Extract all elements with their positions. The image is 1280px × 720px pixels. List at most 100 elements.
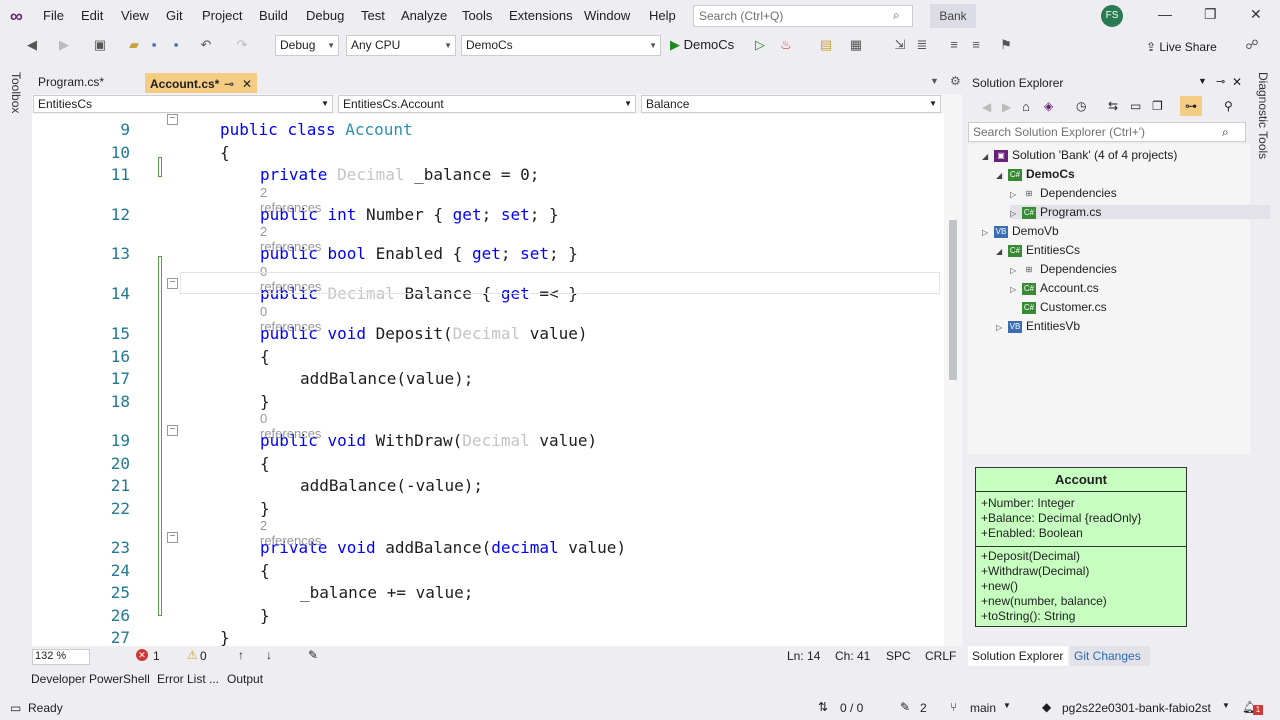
save-icon[interactable]: ▪ [146, 37, 162, 53]
codelens-references[interactable]: 2 references [260, 518, 321, 548]
tree-node[interactable]: ◢ C# DemoCs [996, 167, 1075, 181]
history-icon[interactable]: ◷ [1076, 99, 1086, 113]
code-line[interactable]: _balance += value; [300, 583, 473, 602]
code-line[interactable]: } [260, 606, 270, 625]
feedback-icon[interactable]: ☍ [1244, 37, 1260, 53]
menu-edit[interactable]: Edit [81, 8, 103, 23]
project-nav-select[interactable]: EntitiesCs ▼ [33, 95, 333, 113]
live-share-button[interactable]: ⇪ Live Share [1146, 40, 1217, 54]
new-project-icon[interactable]: ▣ [92, 37, 108, 53]
tree-node[interactable]: ▷ VB DemoVb [982, 224, 1059, 238]
solution-search-input[interactable]: Search Solution Explorer (Ctrl+') [968, 122, 1246, 142]
menu-view[interactable]: View [121, 8, 149, 23]
search-input[interactable]: Search (Ctrl+Q) [693, 5, 913, 27]
tree-node[interactable]: ◢ C# EntitiesCs [996, 243, 1080, 257]
brush-icon[interactable]: ✎ [308, 648, 318, 662]
code-line[interactable]: } [260, 392, 270, 411]
code-line[interactable]: } [220, 628, 230, 647]
code-line[interactable]: addBalance(-value); [300, 476, 483, 495]
platform-select[interactable]: Any CPU ▼ [346, 35, 456, 56]
pending-edits[interactable]: 2 [920, 701, 927, 715]
expand-icon[interactable]: ◢ [996, 171, 1008, 180]
repo-name[interactable]: pg2s22e0301-bank-fabio2st [1062, 701, 1211, 715]
tree-node[interactable]: C# Customer.cs [1010, 300, 1107, 314]
fold-toggle-icon[interactable]: − [167, 278, 178, 289]
uncomment-icon[interactable]: ≡ [968, 37, 984, 53]
tree-node[interactable]: ▷ C# Account.cs [1010, 281, 1099, 295]
chevron-down-icon[interactable]: ▼ [1003, 701, 1011, 710]
menu-help[interactable]: Help [649, 8, 676, 23]
menu-project[interactable]: Project [202, 8, 242, 23]
chevron-down-icon[interactable]: ▼ [1222, 701, 1230, 710]
menu-debug[interactable]: Debug [306, 8, 344, 23]
properties-icon[interactable]: ⚲ [1224, 99, 1233, 113]
zoom-select[interactable]: 132 % [32, 649, 90, 665]
menu-test[interactable]: Test [361, 8, 385, 23]
tab-dropdown-icon[interactable]: ▼ [930, 76, 939, 86]
code-line[interactable]: } [260, 499, 270, 518]
pin-icon[interactable]: ⊸ [1216, 75, 1225, 88]
back-icon[interactable]: ◀ [982, 100, 991, 114]
comment-icon[interactable]: ≡ [946, 37, 962, 53]
code-line[interactable]: { [260, 454, 270, 473]
tab-developer-powershell[interactable]: Developer PowerShell [31, 672, 150, 686]
scroll-thumb[interactable] [949, 220, 957, 380]
sync-icon[interactable]: ⇆ [1108, 99, 1118, 113]
code-line[interactable]: { [220, 143, 230, 162]
expand-icon[interactable]: ▷ [982, 228, 994, 237]
copy-icon[interactable]: ❐ [1152, 99, 1163, 113]
code-line[interactable]: { [260, 347, 270, 366]
expand-icon[interactable]: ▷ [996, 323, 1008, 332]
collapse-icon[interactable]: ▭ [1130, 99, 1141, 113]
settings-icon[interactable]: ⚙ [950, 74, 961, 88]
member-nav-select[interactable]: Balance ▼ [641, 95, 941, 113]
tab-account-cs[interactable]: Account.cs* ⊸ ✕ [145, 73, 257, 93]
pin-icon[interactable]: ⊸ [224, 75, 234, 94]
startup-project-select[interactable]: DemoCs ▼ [461, 35, 661, 56]
expand-icon[interactable]: ◢ [996, 247, 1008, 256]
close-icon[interactable]: ✕ [1232, 75, 1242, 89]
tree-node[interactable]: ▷ VB EntitiesVb [996, 319, 1080, 333]
code-line[interactable]: public class Account [220, 120, 413, 139]
hot-reload-icon[interactable]: ♨ [778, 37, 794, 53]
expand-icon[interactable]: ▷ [1010, 209, 1022, 218]
code-editor[interactable] [32, 114, 944, 646]
close-icon[interactable]: ✕ [1250, 6, 1262, 23]
diagnostic-tools-tab[interactable]: Diagnostic Tools [1256, 72, 1270, 159]
tab-error-list[interactable]: Error List ... [157, 672, 219, 686]
open-folder-icon[interactable]: ▰ [126, 37, 142, 53]
redo-icon[interactable]: ↷ [234, 37, 250, 53]
toolbox-tab[interactable]: Toolbox [9, 72, 23, 113]
start-debug-button[interactable]: ▶ DemoCs [670, 37, 734, 53]
forward-icon[interactable]: ▶ [56, 37, 72, 53]
fold-toggle-icon[interactable]: − [167, 114, 178, 125]
expand-icon[interactable]: ◢ [982, 152, 994, 161]
home-icon[interactable]: ⌂ [1022, 99, 1030, 114]
codelens-references[interactable]: 2 references [260, 185, 321, 215]
error-count[interactable]: 1 [153, 649, 160, 663]
editor-scrollbar[interactable] [944, 114, 962, 646]
tab-solution-explorer[interactable]: Solution Explorer [968, 646, 1068, 666]
config-select[interactable]: Debug ▼ [275, 35, 339, 56]
sync-count[interactable]: 0 / 0 [840, 701, 863, 715]
menu-extensions[interactable]: Extensions [509, 8, 573, 23]
bookmark-icon[interactable]: ⚑ [998, 37, 1014, 53]
tab-program-cs[interactable]: Program.cs* [33, 73, 143, 93]
expand-icon[interactable]: ▷ [1010, 285, 1022, 294]
forward-icon[interactable]: ▶ [1002, 100, 1011, 114]
expand-icon[interactable]: ▷ [1010, 190, 1022, 199]
tree-node[interactable]: ▷ C# Program.cs [1010, 205, 1270, 219]
expand-icon[interactable]: ▷ [1010, 266, 1022, 275]
save-all-icon[interactable]: ▪ [168, 37, 184, 53]
menu-git[interactable]: Git [166, 8, 183, 23]
tree-node[interactable]: ▷ ⊞ Dependencies [1010, 262, 1117, 276]
code-line[interactable]: { [260, 561, 270, 580]
tab-git-changes[interactable]: Git Changes [1070, 646, 1150, 666]
back-icon[interactable]: ◀ [24, 37, 40, 53]
menu-file[interactable]: File [43, 8, 64, 23]
tab-output[interactable]: Output [227, 672, 263, 686]
menu-window[interactable]: Window [584, 8, 630, 23]
menu-build[interactable]: Build [259, 8, 288, 23]
code-line[interactable]: private Decimal _balance = 0; [260, 165, 539, 184]
step-icon[interactable]: ⇲ [892, 37, 908, 53]
